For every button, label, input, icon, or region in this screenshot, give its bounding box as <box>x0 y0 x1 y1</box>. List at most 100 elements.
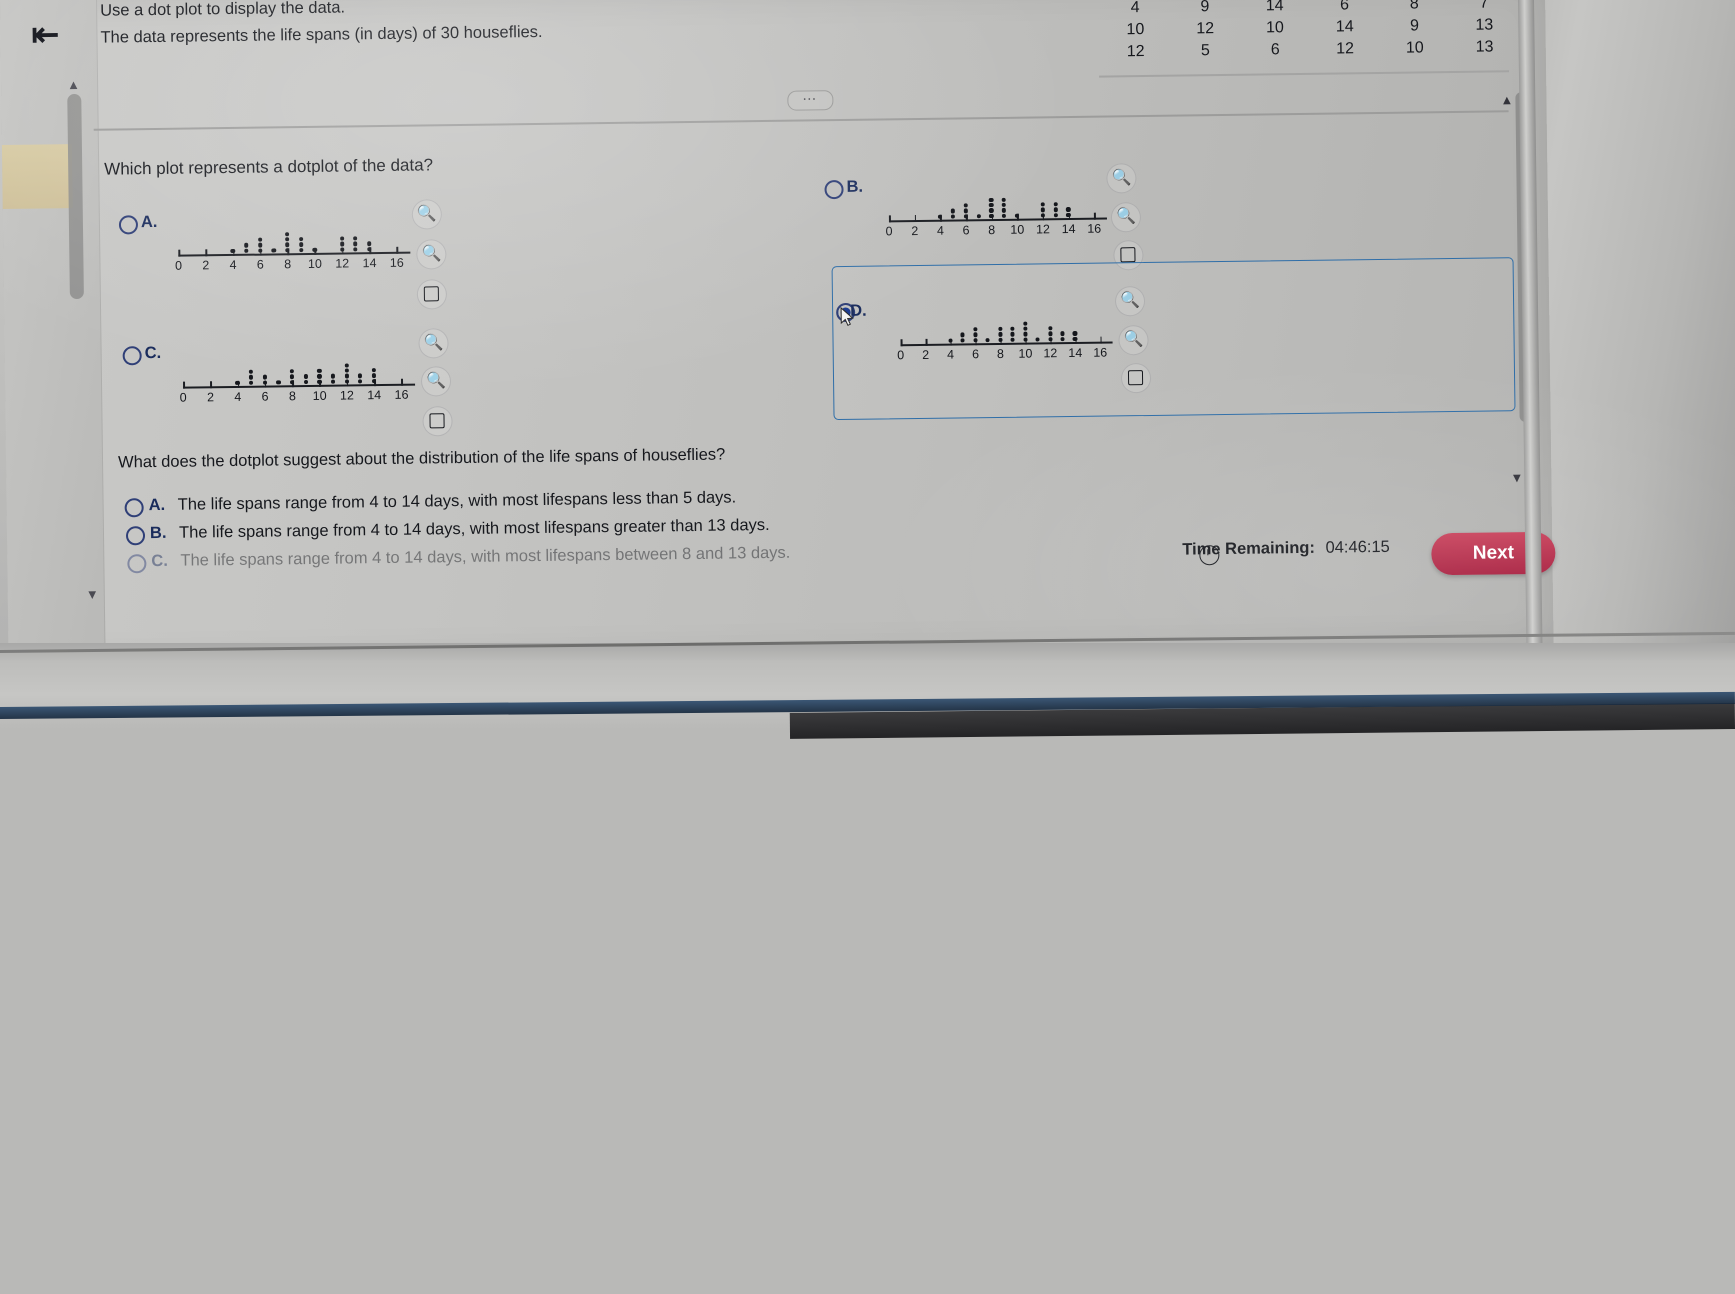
q2-option-b-letter: B. <box>149 523 167 543</box>
axis-tick-label: 8 <box>284 257 292 272</box>
more-options-ellipsis[interactable]: ⋯ <box>787 90 834 111</box>
dotplot-dot <box>235 380 240 385</box>
axis-tick-label: 8 <box>288 389 296 404</box>
table-cell: 6 <box>1339 0 1350 14</box>
radio-option-a[interactable] <box>118 215 139 235</box>
page-scroll-down-caret[interactable]: ▼ <box>1510 470 1523 485</box>
dotplot-dot <box>317 374 322 379</box>
axis-tick-label: 6 <box>256 257 264 272</box>
axis-tick-label: 0 <box>885 224 893 239</box>
zoom-icon-a2[interactable] <box>416 239 447 270</box>
table-cell: 6 <box>1270 41 1280 59</box>
dotplot-dot <box>1072 336 1078 341</box>
axis-tick-label: 10 <box>1018 346 1033 361</box>
time-remaining: Time Remaining: 04:46:15 <box>1182 538 1390 560</box>
axis-tick-label: 16 <box>394 387 409 402</box>
table-cell: 12 <box>1336 40 1355 58</box>
dotplot-dot <box>317 379 322 384</box>
zoom-icon-b[interactable] <box>1106 163 1137 194</box>
dotplot-dot <box>1040 213 1045 218</box>
q2-option-c[interactable]: C. The life spans range from 4 to 14 day… <box>151 544 790 571</box>
dotplot-dot <box>344 373 349 379</box>
dotplot-dot <box>960 332 965 338</box>
dotplot-dot <box>339 241 345 247</box>
dotplot-dot <box>1002 202 1007 208</box>
table-cell: 8 <box>1409 0 1419 13</box>
axis-tick-label: 4 <box>936 223 944 238</box>
zoom-icon-c2[interactable] <box>420 366 452 397</box>
dotplot-dot <box>1053 202 1058 207</box>
table-cell: 14 <box>1335 18 1354 36</box>
dotplot-dot <box>963 208 968 214</box>
dotplot-option-b[interactable]: 0 2 4 6 8 10 12 14 16 <box>885 178 1107 239</box>
dotplot-dot <box>998 332 1003 337</box>
radio-q2-option-b[interactable] <box>125 526 146 546</box>
axis-tick-label: 2 <box>206 390 215 405</box>
axis-tick-label: 16 <box>389 255 404 270</box>
popout-icon-c[interactable] <box>422 406 453 437</box>
dotplot-dot <box>1053 207 1058 212</box>
table-cell: 14 <box>1265 0 1284 15</box>
dotplot-dot <box>960 338 966 343</box>
radio-q2-option-c[interactable] <box>127 554 147 574</box>
dotplot-dot <box>1023 332 1028 337</box>
axis-tick <box>178 249 180 257</box>
axis-tick-label: 12 <box>1035 222 1051 237</box>
instruction-text: Use a dot plot to display the data. <box>100 0 346 20</box>
dotplot-dot <box>1022 326 1028 331</box>
axis-tick-label: 2 <box>911 224 919 239</box>
dotplot-dot <box>298 242 304 247</box>
dotplot-dot <box>371 373 377 378</box>
axis-tick-label: 6 <box>971 347 980 362</box>
dotplot-dot <box>331 379 336 384</box>
zoom-icon-a[interactable] <box>411 199 443 230</box>
option-a-letter: A. <box>140 212 158 232</box>
dotplot-option-a[interactable]: 0 2 4 6 8 10 12 14 16 <box>175 208 411 273</box>
axis-tick-label: 8 <box>988 222 996 238</box>
table-cell: 12 <box>1126 43 1145 61</box>
dotplot-dot <box>298 237 304 242</box>
radio-q2-option-a[interactable] <box>124 498 144 518</box>
axis-tick <box>183 381 185 389</box>
axis-tick-label: 10 <box>312 388 327 403</box>
dotplot-dot <box>249 380 254 385</box>
dotplot-dot <box>1035 337 1040 342</box>
dotplot-dot <box>998 337 1003 342</box>
dotplot-dot <box>330 374 336 379</box>
axis-tick-label: 8 <box>996 346 1005 361</box>
zoom-icon-b2[interactable] <box>1110 202 1142 233</box>
zoom-icon-c[interactable] <box>418 328 449 359</box>
table-cell: 10 <box>1405 39 1424 57</box>
axis-tick <box>210 381 212 389</box>
table-cell: 5 <box>1200 42 1211 60</box>
axis-tick-label: 4 <box>229 257 237 273</box>
q2-option-b[interactable]: B. The life spans range from 4 to 14 day… <box>150 516 770 543</box>
dotplot-dot <box>1040 207 1045 213</box>
axis-tick-label: 16 <box>1087 221 1102 236</box>
dotplot-dot <box>989 197 994 202</box>
dotplot-option-d[interactable]: 0 2 4 6 8 10 12 14 16 <box>897 301 1113 362</box>
axis-tick-label: 2 <box>922 347 930 362</box>
dotplot-option-c[interactable]: 0 2 4 6 8 10 12 14 16 <box>180 340 416 405</box>
axis-tick-label: 6 <box>261 389 269 404</box>
popout-icon-a[interactable] <box>416 279 448 310</box>
dotplot-dot <box>1053 212 1058 218</box>
q2-option-a[interactable]: A. The life spans range from 4 to 14 day… <box>149 488 737 515</box>
radio-option-c[interactable] <box>122 346 142 366</box>
divider-main <box>93 110 1509 131</box>
dotplot-dot <box>285 231 290 237</box>
page-scroll-up-caret[interactable]: ▲ <box>1500 92 1513 107</box>
dotplot-dot <box>230 248 236 254</box>
axis-tick-label: 14 <box>362 256 377 271</box>
option-c-letter: C. <box>144 343 162 363</box>
dotplot-dot <box>262 380 268 385</box>
dotplot-dot <box>948 338 953 343</box>
dotplot-dot <box>1047 331 1053 336</box>
dotplot-dot <box>344 379 349 384</box>
dotplot-dot <box>985 337 990 343</box>
dotplot-dot <box>285 237 290 242</box>
q2-option-c-text: The life spans range from 4 to 14 days, … <box>180 543 791 570</box>
dotplot-dot <box>1023 337 1028 342</box>
dotplot-dot <box>244 248 249 253</box>
radio-option-b[interactable] <box>824 179 844 200</box>
